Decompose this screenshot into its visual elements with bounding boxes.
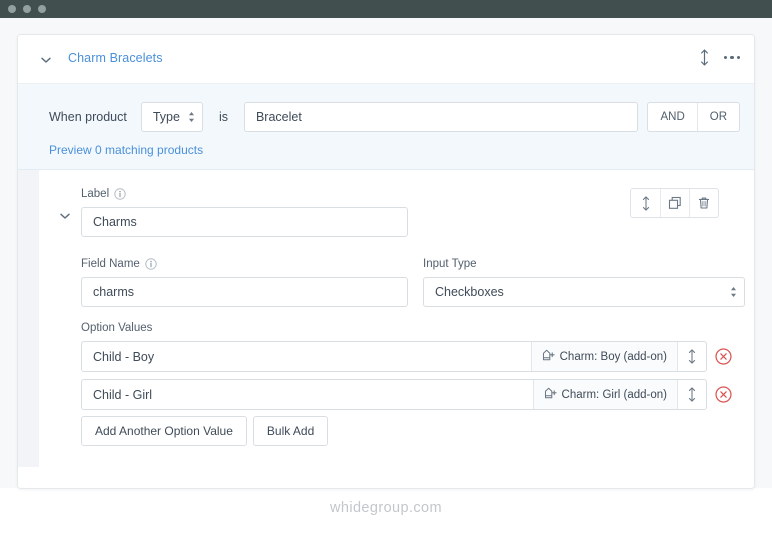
logic-operator-group: AND OR <box>647 102 740 132</box>
option-value-field[interactable]: Child - Girl Charm: Girl (add-on) <box>81 379 707 410</box>
drag-vertical-icon[interactable] <box>631 189 660 217</box>
label-field-caption: Label <box>81 188 408 200</box>
updown-caret-icon <box>730 286 737 298</box>
logic-and-button[interactable]: AND <box>648 103 696 131</box>
drag-vertical-icon[interactable] <box>699 49 710 66</box>
option-value-text: Child - Girl <box>93 387 153 402</box>
field-name-input-value: charms <box>93 285 134 299</box>
condition-attribute-value: Type <box>152 110 180 124</box>
option-value-input[interactable]: Child - Boy <box>82 342 531 371</box>
updown-caret-icon <box>188 111 195 123</box>
info-circle-icon[interactable] <box>114 188 126 200</box>
option-value-tag[interactable]: Charm: Girl (add-on) <box>532 380 677 409</box>
option-value-row: Child - Girl Charm: Girl (add-on) <box>81 379 740 410</box>
condition-strip: When product Type is Bracelet AND OR Pre… <box>18 84 754 170</box>
tag-plus-icon <box>542 349 555 365</box>
field-name-block: Field Name charms <box>81 258 408 307</box>
option-values-block: Option Values Child - Boy Charm: Boy (ad… <box>81 322 740 410</box>
rule-card-title[interactable]: Charm Bracelets <box>68 51 163 65</box>
option-values-caption: Option Values <box>81 322 153 334</box>
option-value-tag-text: Charm: Boy (add-on) <box>559 350 667 363</box>
option-value-input[interactable]: Child - Girl <box>82 380 533 409</box>
chevron-down-icon[interactable] <box>58 209 72 223</box>
input-type-value: Checkboxes <box>435 285 504 299</box>
logic-or-button[interactable]: OR <box>696 103 739 131</box>
field-section: Label Charms Field Name charms Input Typ… <box>18 170 754 488</box>
add-another-option-value-button[interactable]: Add Another Option Value <box>81 416 247 446</box>
field-name-caption-text: Field Name <box>81 258 140 270</box>
field-row-actions <box>630 188 719 218</box>
minimize-dot-icon[interactable] <box>23 5 31 13</box>
condition-value-text: Bracelet <box>255 110 302 124</box>
trash-icon[interactable] <box>689 189 718 217</box>
chevron-down-icon[interactable] <box>39 53 53 67</box>
input-type-block: Input Type Checkboxes <box>423 258 745 307</box>
condition-row: When product Type is Bracelet AND OR <box>49 101 740 133</box>
copy-icon[interactable] <box>660 189 689 217</box>
watermark: whidegroup.com <box>330 500 442 516</box>
condition-operator-label: is <box>218 110 228 124</box>
page-canvas: Charm Bracelets When product Type is Bra… <box>0 18 772 550</box>
window-titlebar <box>0 0 772 18</box>
label-input-value: Charms <box>93 215 137 229</box>
label-field-caption-text: Label <box>81 188 110 200</box>
circle-x-icon[interactable] <box>707 348 740 365</box>
drag-vertical-icon[interactable] <box>677 380 706 409</box>
rule-card: Charm Bracelets When product Type is Bra… <box>17 34 755 489</box>
tag-plus-icon <box>544 387 557 403</box>
circle-x-icon[interactable] <box>707 386 740 403</box>
rule-card-header: Charm Bracelets <box>18 35 754 84</box>
option-value-text: Child - Boy <box>93 349 155 364</box>
field-name-input[interactable]: charms <box>81 277 408 307</box>
field-section-gutter <box>18 170 39 467</box>
window-controls <box>8 5 46 13</box>
info-circle-icon[interactable] <box>145 258 157 270</box>
condition-value-input[interactable]: Bracelet <box>243 102 639 132</box>
rule-card-actions <box>699 49 740 66</box>
label-input[interactable]: Charms <box>81 207 408 237</box>
field-name-caption: Field Name <box>81 258 408 270</box>
maximize-dot-icon[interactable] <box>38 5 46 13</box>
option-value-field[interactable]: Child - Boy Charm: Boy (add-on) <box>81 341 707 372</box>
input-type-caption: Input Type <box>423 258 745 270</box>
condition-prefix-label: When product <box>49 110 127 124</box>
ellipsis-icon[interactable] <box>723 52 740 64</box>
option-value-tag-text: Charm: Girl (add-on) <box>561 388 667 401</box>
label-field-block: Label Charms <box>81 188 408 237</box>
option-value-buttons: Add Another Option Value Bulk Add <box>81 416 329 446</box>
field-section-body: Label Charms Field Name charms Input Typ… <box>39 170 754 488</box>
condition-attribute-select[interactable]: Type <box>140 102 203 132</box>
input-type-caption-text: Input Type <box>423 258 477 270</box>
preview-matching-products-link[interactable]: Preview 0 matching products <box>49 143 203 157</box>
drag-vertical-icon[interactable] <box>677 342 706 371</box>
close-dot-icon[interactable] <box>8 5 16 13</box>
option-value-row: Child - Boy Charm: Boy (add-on) <box>81 341 740 372</box>
input-type-select[interactable]: Checkboxes <box>423 277 745 307</box>
bulk-add-button[interactable]: Bulk Add <box>252 416 329 446</box>
option-value-tag[interactable]: Charm: Boy (add-on) <box>530 342 677 371</box>
